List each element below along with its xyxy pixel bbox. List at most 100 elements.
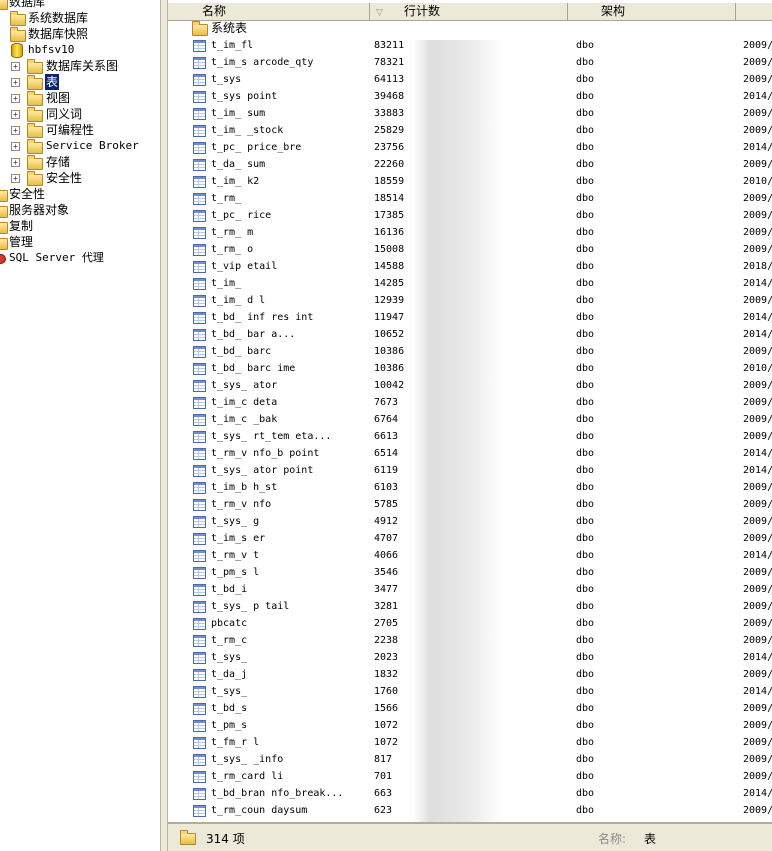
tree-node-db-security[interactable]: + 安全性 bbox=[0, 170, 160, 186]
tree-node-agent[interactable]: SQL Server 代理 bbox=[0, 250, 160, 266]
tree-node-db-snapshots[interactable]: 数据库快照 bbox=[0, 26, 160, 42]
expand-icon[interactable]: + bbox=[11, 110, 20, 119]
tree-node-tables[interactable]: + 表 bbox=[0, 74, 160, 90]
schema: dbo bbox=[576, 142, 595, 153]
schema: dbo bbox=[576, 244, 595, 255]
table-name: t_sys point bbox=[211, 91, 278, 102]
column-header-name[interactable]: 名称 bbox=[168, 3, 370, 20]
schema: dbo bbox=[576, 91, 595, 102]
tree-node-views[interactable]: + 视图 bbox=[0, 90, 160, 106]
table-icon bbox=[193, 805, 206, 817]
tree-node-server-objects[interactable]: 服务器对象 bbox=[0, 202, 160, 218]
tree-node-db-diagrams[interactable]: + 数据库关系图 bbox=[0, 58, 160, 74]
tree-label: Service Broker bbox=[46, 139, 139, 152]
tree-label: hbfsv10 bbox=[28, 43, 75, 56]
table-icon bbox=[193, 40, 206, 52]
create-date: 2009/ bbox=[743, 125, 772, 136]
table-icon bbox=[193, 737, 206, 749]
table-icon bbox=[193, 176, 206, 188]
schema: dbo bbox=[576, 40, 595, 51]
folder-icon bbox=[27, 139, 43, 154]
schema: dbo bbox=[576, 482, 595, 493]
tree-node-replication[interactable]: 复制 bbox=[0, 218, 160, 234]
tree-node-storage[interactable]: + 存储 bbox=[0, 154, 160, 170]
redaction-blur bbox=[413, 40, 503, 822]
tree-label: SQL Server 代理 bbox=[9, 251, 104, 264]
create-date: 2009/ bbox=[743, 431, 772, 442]
schema: dbo bbox=[576, 805, 595, 816]
table-name: pbcatc bbox=[211, 618, 248, 629]
table-icon bbox=[193, 431, 206, 443]
create-date: 2009/ bbox=[743, 618, 772, 629]
schema: dbo bbox=[576, 125, 595, 136]
create-date: 2009/ bbox=[743, 669, 772, 680]
tree-node-hbfsv10[interactable]: hbfsv10 bbox=[0, 42, 160, 58]
column-header-label: 名称 bbox=[202, 4, 227, 18]
status-name-value: 表 bbox=[644, 832, 657, 846]
table-icon bbox=[193, 720, 206, 732]
table-icon bbox=[193, 482, 206, 494]
table-name: t_rm_ o bbox=[211, 244, 254, 255]
tree-label: 存储 bbox=[46, 155, 71, 169]
schema: dbo bbox=[576, 703, 595, 714]
create-date: 2009/ bbox=[743, 74, 772, 85]
table-name: t_rm_v t bbox=[211, 550, 260, 561]
tree-node-system-databases[interactable]: 系统数据库 bbox=[0, 10, 160, 26]
pane-splitter[interactable] bbox=[160, 0, 168, 851]
create-date: 2009/ bbox=[743, 57, 772, 68]
table-icon bbox=[193, 533, 206, 545]
schema: dbo bbox=[576, 227, 595, 238]
table-name: t_sys_ rt_tem eta... bbox=[211, 431, 332, 442]
table-name: t_rm_coun daysum bbox=[211, 805, 308, 816]
tree-label: 复制 bbox=[9, 219, 34, 233]
create-date: 2014/ bbox=[743, 465, 772, 476]
schema: dbo bbox=[576, 567, 595, 578]
create-date: 2014/ bbox=[743, 550, 772, 561]
tree-node-security[interactable]: 安全性 bbox=[0, 186, 160, 202]
table-icon bbox=[193, 278, 206, 290]
column-header-schema[interactable]: 架构 bbox=[568, 3, 736, 20]
list-item-system-tables[interactable]: 系统表 bbox=[168, 20, 772, 37]
schema: dbo bbox=[576, 159, 595, 170]
create-date: 2009/ bbox=[743, 805, 772, 816]
table-name: t_sys_ bbox=[211, 652, 248, 663]
table-icon bbox=[193, 108, 206, 120]
column-header-label: 架构 bbox=[601, 4, 626, 18]
folder-icon bbox=[0, 206, 8, 218]
table-icon bbox=[193, 397, 206, 409]
folder-icon bbox=[27, 75, 43, 90]
expand-icon[interactable]: + bbox=[11, 94, 20, 103]
table-icon bbox=[193, 618, 206, 630]
folder-icon bbox=[0, 0, 8, 10]
table-name: t_da_ sum bbox=[211, 159, 266, 170]
column-header-created[interactable] bbox=[736, 3, 772, 20]
expand-icon[interactable]: + bbox=[11, 126, 20, 135]
expand-icon[interactable]: + bbox=[11, 158, 20, 167]
table-name: t_im_s er bbox=[211, 533, 266, 544]
expand-icon[interactable]: + bbox=[11, 62, 20, 71]
table-name: t_da_j bbox=[211, 669, 248, 680]
expand-icon[interactable]: + bbox=[11, 142, 20, 151]
create-date: 2009/ bbox=[743, 108, 772, 119]
table-icon bbox=[193, 91, 206, 103]
tree-node-service-broker[interactable]: + Service Broker bbox=[0, 138, 160, 154]
column-header-rowcount[interactable]: ▽ 行计数 bbox=[370, 3, 568, 20]
table-icon bbox=[193, 550, 206, 562]
table-icon bbox=[193, 159, 206, 171]
schema: dbo bbox=[576, 754, 595, 765]
schema: dbo bbox=[576, 363, 595, 374]
create-date: 2014/ bbox=[743, 788, 772, 799]
tree-node-synonyms[interactable]: + 同义词 bbox=[0, 106, 160, 122]
tree-node-management[interactable]: 管理 bbox=[0, 234, 160, 250]
table-name: t_sys_ _info bbox=[211, 754, 284, 765]
expand-icon[interactable]: + bbox=[11, 174, 20, 183]
tree-node-databases[interactable]: 数据库 bbox=[0, 0, 160, 10]
expand-icon[interactable]: + bbox=[11, 78, 20, 87]
table-icon bbox=[193, 601, 206, 613]
tree-node-programmability[interactable]: + 可编程性 bbox=[0, 122, 160, 138]
folder-icon bbox=[27, 91, 43, 106]
schema: dbo bbox=[576, 550, 595, 561]
table-name: t_rm_card li bbox=[211, 771, 284, 782]
table-icon bbox=[193, 567, 206, 579]
create-date: 2009/ bbox=[743, 516, 772, 527]
